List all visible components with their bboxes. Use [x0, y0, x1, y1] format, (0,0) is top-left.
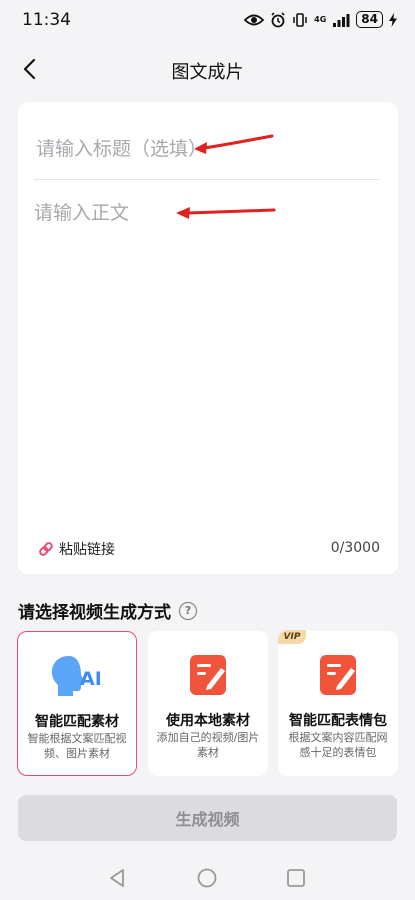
battery-indicator: 84 [356, 11, 383, 28]
ai-head-icon: AI [51, 656, 102, 696]
option-smart-match-emoji[interactable]: VIP 智能匹配表情包 根据文案内容匹配网感十足的表情包 [278, 630, 398, 776]
editor-card: 粘贴链接 0/3000 [18, 102, 398, 574]
option-title: 智能匹配素材 [35, 714, 119, 730]
signal-icon [333, 13, 350, 27]
body-input[interactable] [34, 198, 380, 518]
system-nav-bar [0, 855, 415, 900]
ai-icon-label: AI [80, 668, 102, 690]
char-count: 0/3000 [330, 540, 380, 556]
generate-video-button[interactable]: 生成视频 [18, 795, 397, 841]
option-description: 智能根据文案匹配视频、图片素材 [27, 732, 127, 760]
paste-link-button[interactable]: 粘贴链接 [38, 539, 115, 559]
nav-home-icon[interactable] [196, 867, 218, 889]
option-title: 智能匹配表情包 [289, 713, 387, 729]
alarm-icon [271, 11, 285, 27]
section-title: 请选择视频生成方式 ? [18, 598, 197, 623]
page-title: 图文成片 [171, 62, 244, 83]
status-icons: 4G 84 [244, 11, 397, 28]
paste-link-label: 粘贴链接 [59, 542, 115, 558]
section-title-text: 请选择视频生成方式 [18, 603, 171, 623]
header: 图文成片 [0, 44, 415, 94]
option-smart-match-material[interactable]: AI 智能匹配素材 智能根据文案匹配视频、图片素材 [17, 631, 137, 776]
edit-document-icon [320, 655, 356, 695]
help-icon[interactable]: ? [179, 601, 197, 620]
option-title: 使用本地素材 [166, 713, 250, 729]
status-time: 11:34 [22, 10, 71, 30]
vip-badge: VIP [278, 630, 306, 644]
link-icon [39, 542, 53, 556]
option-local-material[interactable]: 使用本地素材 添加自己的视频/图片素材 [148, 631, 268, 776]
nav-back-icon[interactable] [106, 867, 128, 889]
option-description: 添加自己的视频/图片素材 [156, 731, 260, 759]
edit-document-icon [190, 655, 226, 695]
title-input[interactable] [34, 130, 384, 168]
vibrate-icon [293, 12, 307, 27]
nav-recents-icon[interactable] [285, 867, 307, 889]
network-type: 4G [314, 14, 327, 24]
eye-icon [244, 14, 265, 25]
option-description: 根据文案内容匹配网感十足的表情包 [288, 731, 388, 759]
charging-bolt-icon [389, 12, 397, 27]
status-bar: 11:34 4G 84 [0, 0, 415, 40]
divider [34, 179, 380, 180]
